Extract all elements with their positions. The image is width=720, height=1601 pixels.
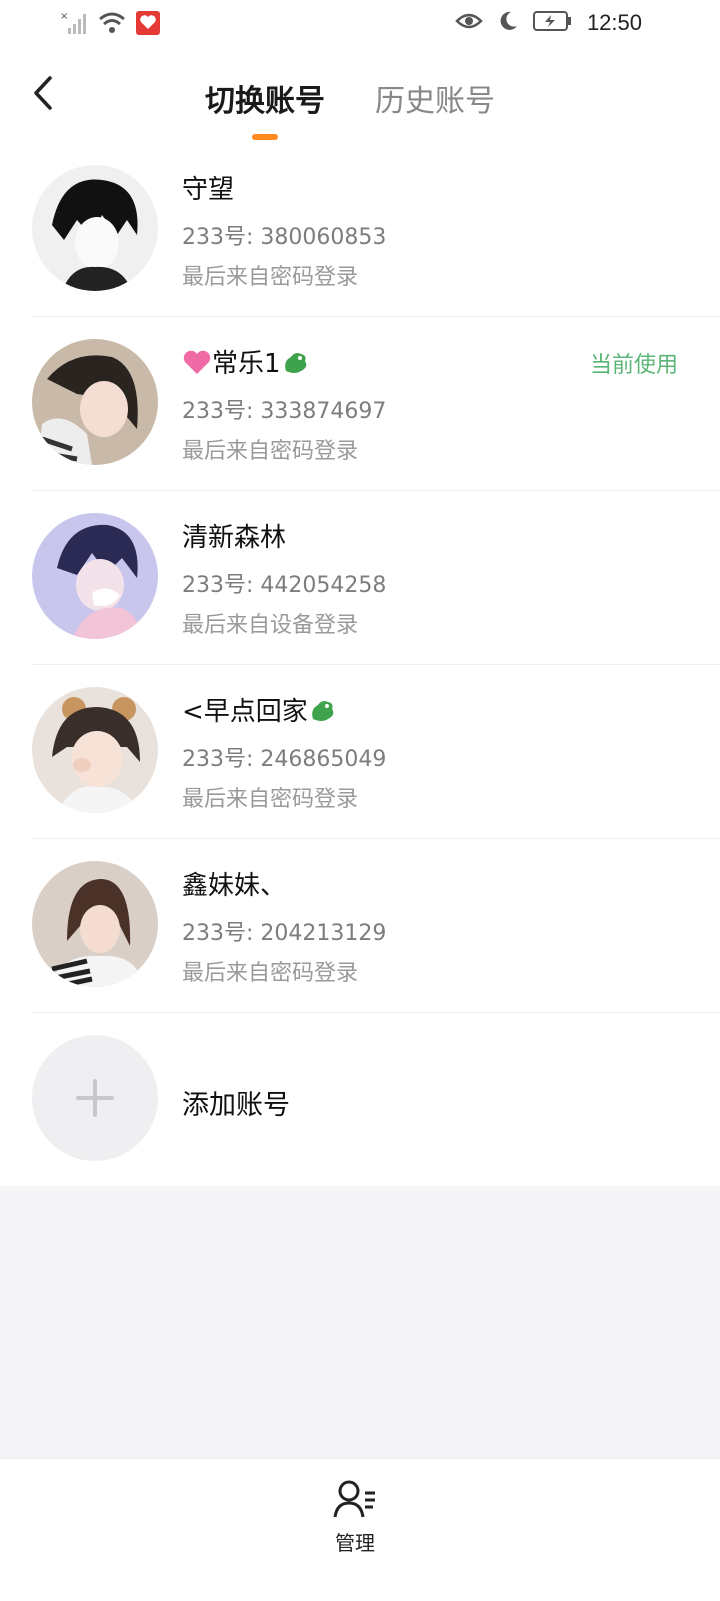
account-row[interactable]: 鑫妹妹、 233号: 204213129 最后来自密码登录: [32, 839, 720, 1013]
back-button[interactable]: [28, 72, 64, 114]
tab-switch-account-label: 切换账号: [205, 84, 325, 119]
eye-icon: [455, 11, 483, 35]
bottom-bar: 管理: [0, 1458, 720, 1601]
login-source: 最后来自密码登录: [182, 787, 359, 812]
status-bar: × 12:50: [0, 0, 720, 50]
add-account-label: 添加账号: [182, 1090, 290, 1121]
login-source: 最后来自设备登录: [182, 613, 359, 638]
login-source: 最后来自密码登录: [182, 439, 359, 464]
battery-charging-icon: [532, 10, 573, 36]
avatar: [32, 339, 158, 465]
account-name: 守望: [182, 175, 235, 205]
account-name: <早点回家: [182, 691, 338, 728]
avatar: [32, 165, 158, 291]
screen: × 12:50 切换账号 历史账号 守望 233号: 380060853 最后来…: [0, 0, 720, 1601]
app-notification-icon: [136, 11, 160, 39]
tab-history-account-label: 历史账号: [375, 84, 495, 119]
avatar: [32, 513, 158, 639]
manage-button[interactable]: 管理: [320, 1479, 390, 1556]
moon-icon: [497, 10, 519, 36]
manage-label: 管理: [335, 1531, 375, 1555]
active-tab-indicator: [252, 134, 278, 140]
tab-bar: 切换账号 历史账号: [205, 76, 495, 140]
header: 切换账号 历史账号: [0, 50, 720, 144]
account-id: 233号: 380060853: [182, 225, 387, 250]
avatar: [32, 861, 158, 987]
add-account-button[interactable]: 添加账号: [32, 1013, 720, 1186]
account-row[interactable]: <早点回家 233号: 246865049 最后来自密码登录: [32, 665, 720, 839]
account-id: 233号: 246865049: [182, 747, 387, 772]
tab-history-account[interactable]: 历史账号: [375, 76, 495, 120]
user-manage-icon: [333, 1480, 375, 1518]
plus-icon: [32, 1035, 158, 1161]
status-time: 12:50: [586, 10, 642, 35]
avatar: [32, 687, 158, 813]
heart-emoji-icon: [183, 350, 211, 374]
login-source: 最后来自密码登录: [182, 961, 359, 986]
account-row[interactable]: 常乐1 233号: 333874697 最后来自密码登录 当前使用: [32, 317, 720, 491]
account-list: 守望 233号: 380060853 最后来自密码登录 常乐1 233号: 33…: [0, 143, 720, 1186]
signal-icon: ×: [60, 10, 88, 40]
account-id: 233号: 442054258: [182, 573, 387, 598]
svg-text:×: ×: [60, 11, 68, 22]
account-row[interactable]: 守望 233号: 380060853 最后来自密码登录: [32, 143, 720, 317]
account-name: 常乐1: [182, 343, 311, 380]
dragon-emoji-icon: [284, 353, 306, 373]
current-account-badge: 当前使用: [589, 353, 678, 378]
tab-switch-account[interactable]: 切换账号: [205, 76, 325, 140]
wifi-icon: [98, 11, 126, 39]
dragon-emoji-icon: [311, 701, 334, 721]
account-id: 233号: 204213129: [182, 921, 387, 946]
account-id: 233号: 333874697: [182, 399, 387, 424]
back-arrow-icon: [34, 76, 52, 110]
login-source: 最后来自密码登录: [182, 265, 359, 290]
account-row[interactable]: 清新森林 233号: 442054258 最后来自设备登录: [32, 491, 720, 665]
account-name: 清新森林: [182, 523, 287, 553]
account-name: 鑫妹妹、: [182, 871, 287, 901]
